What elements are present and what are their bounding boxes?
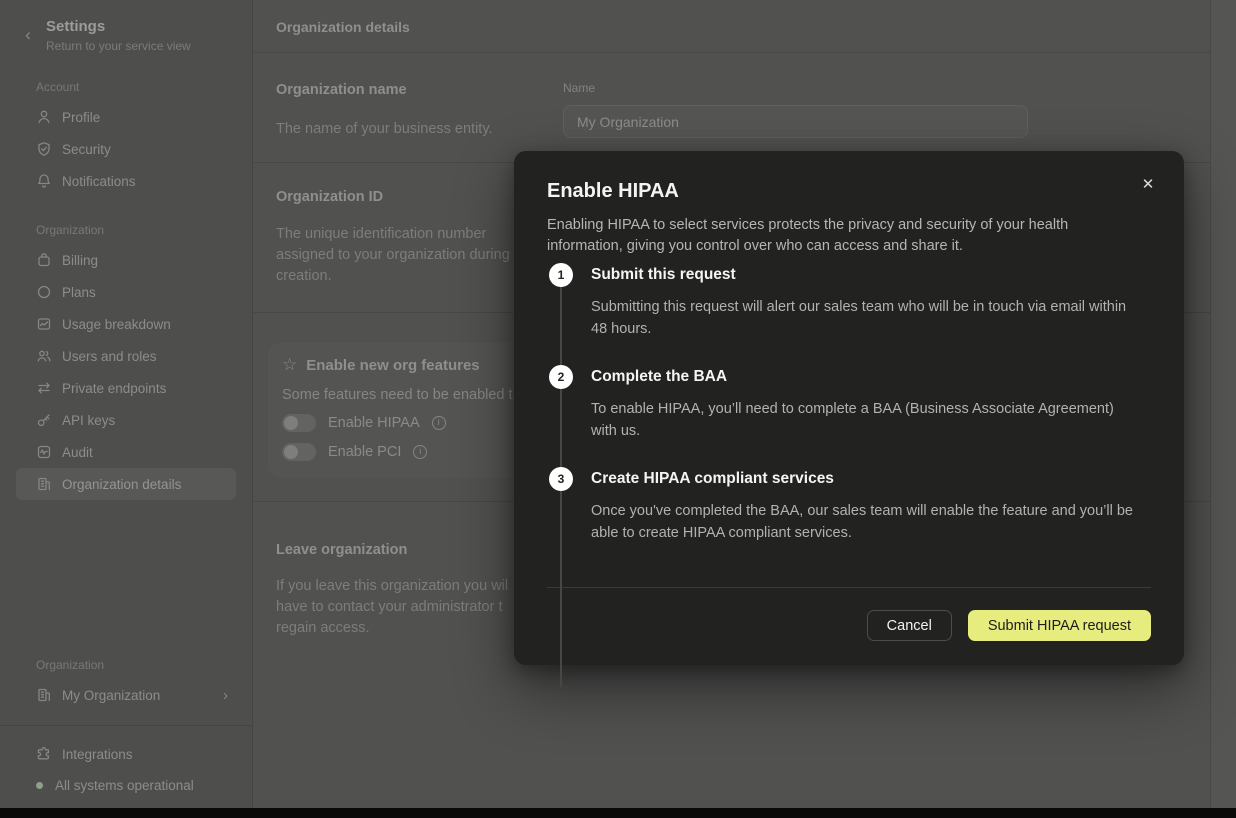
step-body: Submitting this request will alert our s…: [591, 297, 1151, 340]
step-3: 3 Create HIPAA compliant services Once y…: [547, 468, 1151, 544]
cancel-button[interactable]: Cancel: [867, 610, 952, 641]
step-body: Once you've completed the BAA, our sales…: [591, 501, 1151, 544]
step-number-badge: 1: [549, 263, 573, 287]
step-title: Complete the BAA: [591, 366, 1151, 388]
submit-hipaa-request-button[interactable]: Submit HIPAA request: [968, 610, 1151, 641]
close-icon: ✕: [1142, 176, 1155, 193]
close-button[interactable]: ✕: [1136, 173, 1160, 197]
step-number-badge: 2: [549, 365, 573, 389]
enable-hipaa-modal: ✕ Enable HIPAA Enabling HIPAA to select …: [514, 151, 1184, 665]
window-bottom-edge: [0, 808, 1236, 818]
step-number-badge: 3: [549, 467, 573, 491]
modal-footer: Cancel Submit HIPAA request: [547, 587, 1151, 665]
modal-title: Enable HIPAA: [547, 179, 1151, 203]
step-2: 2 Complete the BAA To enable HIPAA, you’…: [547, 366, 1151, 442]
step-title: Create HIPAA compliant services: [591, 468, 1151, 490]
steps-list: 1 Submit this request Submitting this re…: [547, 264, 1151, 587]
step-body: To enable HIPAA, you’ll need to complete…: [591, 399, 1151, 442]
step-1: 1 Submit this request Submitting this re…: [547, 264, 1151, 340]
modal-description: Enabling HIPAA to select services protec…: [547, 215, 1151, 257]
step-title: Submit this request: [591, 264, 1151, 286]
